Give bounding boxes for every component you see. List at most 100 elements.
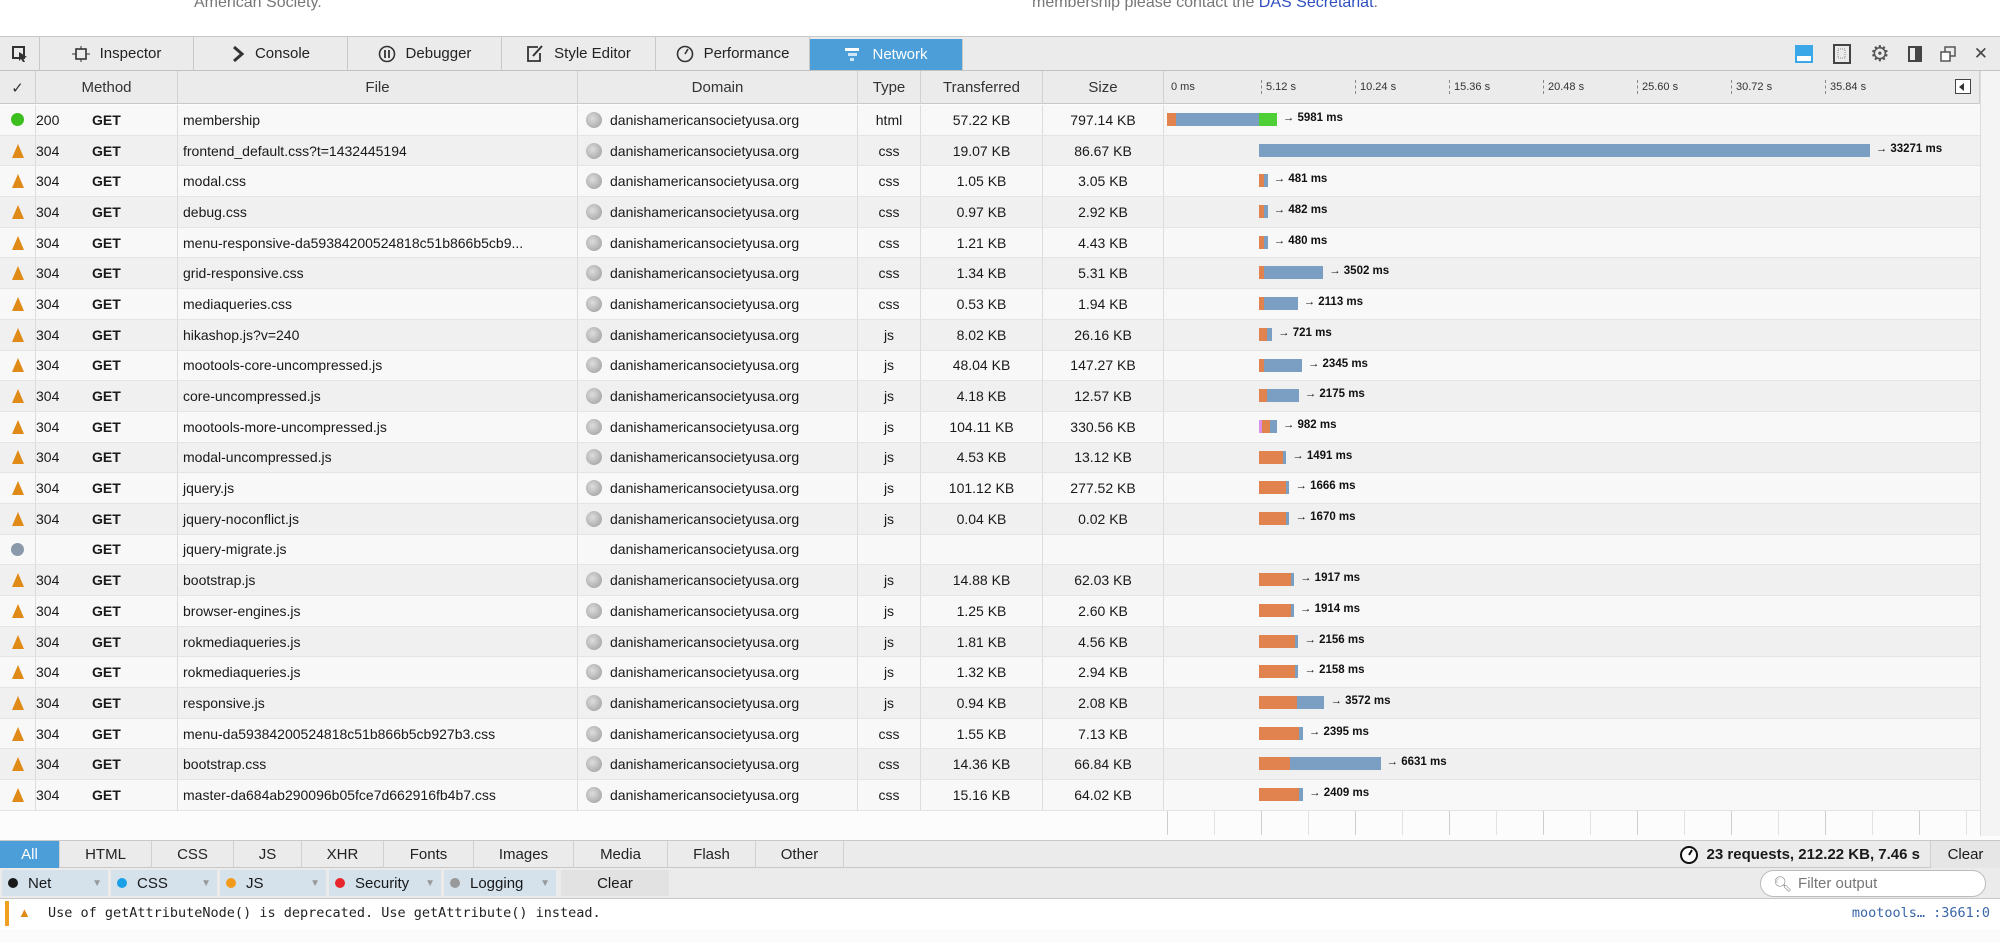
filter-tab-media[interactable]: Media (574, 841, 668, 868)
status-code: 304 (36, 295, 60, 312)
domain-cell: danishamericansocietyusa.org (578, 473, 858, 503)
domain: danishamericansocietyusa.org (610, 480, 800, 497)
request-row[interactable]: 304 GET core-uncompressed.js danishamerican… (0, 381, 1980, 412)
console-filter-net[interactable]: Net ▼ (2, 870, 108, 896)
type-cell: css (858, 780, 921, 810)
request-row[interactable]: 304 GET browser-engines.js danishamericanso… (0, 596, 1980, 627)
waterfall-column-header[interactable]: 0 ms 5.12 s 10.24 s 15.36 s 20.48 s 25.60 s 30… (1164, 71, 1980, 104)
method: GET (92, 111, 121, 128)
file-cell: rokmediaqueries.js (178, 657, 578, 688)
close-icon[interactable]: ✕ (1974, 44, 1988, 64)
filter-tab-all[interactable]: All (0, 841, 60, 868)
filter-output-input[interactable]: 🔍︎ Filter output (1760, 870, 1986, 897)
tab-inspector[interactable]: Inspector (40, 37, 194, 70)
request-row[interactable]: 304 GET frontend_default.css?t=1432445194 d… (0, 135, 1980, 167)
tab-console[interactable]: Console (194, 37, 348, 70)
transferred-column-header[interactable]: Transferred (921, 71, 1043, 104)
filter-tab-css[interactable]: CSS (152, 841, 234, 868)
timing-blocked-segment (1261, 419, 1270, 433)
request-row[interactable]: 200 GET membership danishamericansocietyusa… (0, 105, 1980, 136)
filter-tab-js[interactable]: JS (234, 841, 302, 868)
filter-tab-flash[interactable]: Flash (668, 841, 756, 868)
type-column-header[interactable]: Type (858, 71, 921, 104)
request-row[interactable]: 304 GET debug.css danishamericansocietyusa.… (0, 197, 1980, 228)
console-clear-button[interactable]: Clear (561, 870, 669, 896)
request-row[interactable]: 304 GET jquery.js danishamericansocietyusa.… (0, 473, 1980, 504)
dock-side-icon[interactable] (1907, 45, 1922, 62)
timing-bar (1167, 113, 1277, 126)
request-row[interactable]: 304 GET menu-da59384200524818c51b866b5cb92… (0, 718, 1980, 750)
request-row[interactable]: 304 GET bootstrap.css danishamericansociety… (0, 749, 1980, 781)
console-filter-css[interactable]: CSS ▼ (111, 870, 217, 896)
tab-performance[interactable]: Performance (656, 37, 810, 70)
request-row[interactable]: 304 GET rokmediaqueries.js danishamericanso… (0, 657, 1980, 689)
timing-bar (1258, 573, 1294, 587)
timing-waiting-segment (1267, 327, 1273, 341)
method: GET (92, 203, 121, 220)
request-row[interactable]: 304 GET mootools-more-uncompressed.js danis… (0, 411, 1980, 443)
settings-gear-icon[interactable]: ⚙ (1870, 41, 1890, 67)
console-filter-logging[interactable]: Logging ▼ (444, 870, 556, 896)
page-text-left: American Society. (194, 0, 322, 11)
filter-tab-other[interactable]: Other (756, 841, 844, 868)
request-row[interactable]: 304 GET bootstrap.js danishamericansocietyu… (0, 565, 1980, 596)
method: GET (92, 633, 121, 650)
tab-debugger[interactable]: Debugger (348, 37, 502, 70)
request-row[interactable]: 304 GET modal-uncompressed.js danishamerica… (0, 442, 1980, 474)
das-secretariat-link[interactable]: DAS Secretariat (1259, 0, 1374, 11)
split-console-icon[interactable] (1794, 44, 1814, 64)
filter-tab-images[interactable]: Images (474, 841, 574, 868)
request-row[interactable]: 304 GET mediaqueries.css danishamericansoci… (0, 289, 1980, 320)
network-summary[interactable]: 23 requests, 212.22 KB, 7.46 s (1679, 841, 1920, 868)
page-content-strip: American Society. membership please cont… (0, 0, 2000, 37)
message-source-link[interactable]: mootools… :3661:0 (1852, 905, 1990, 921)
request-row[interactable]: 304 GET responsive.js danishamericansociety… (0, 688, 1980, 719)
waterfall-cell: → 1666 ms (1164, 473, 1980, 503)
element-picker-button[interactable] (0, 37, 40, 70)
size-cell: 62.03 KB (1043, 565, 1164, 595)
request-row[interactable]: 304 GET rokmediaqueries.js danishamericanso… (0, 626, 1980, 658)
file-column-header[interactable]: File (178, 71, 578, 104)
transferred-cell: 1.21 KB (921, 227, 1043, 258)
timing-waiting-segment (1176, 113, 1259, 126)
request-row[interactable]: 304 GET jquery-noconflict.js danishamerican… (0, 503, 1980, 535)
request-row[interactable]: GET jquery-migrate.js danishamericansociet… (0, 534, 1980, 566)
tab-network[interactable]: Network (810, 39, 963, 70)
timing-receiving-segment (1258, 113, 1277, 126)
globe-icon (586, 326, 602, 343)
status-not-modified-icon (11, 174, 24, 189)
method-column-header[interactable]: Method (36, 71, 178, 104)
globe-icon (586, 142, 602, 159)
console-filter-js[interactable]: JS ▼ (220, 870, 326, 896)
domain-column-header[interactable]: Domain (578, 71, 858, 104)
tab-label: Performance (703, 45, 790, 62)
picker-icon (11, 45, 27, 62)
filter-tab-html[interactable]: HTML (60, 841, 152, 868)
timing-blocked-segment (1258, 573, 1291, 587)
status-column-header[interactable]: ✓ (0, 71, 36, 104)
request-row[interactable]: 304 GET mootools-core-uncompressed.js danis… (0, 350, 1980, 382)
file-cell: master-da684ab290096b05fce7d662916fb4b7.… (178, 780, 578, 810)
console-filter-security[interactable]: Security ▼ (329, 870, 441, 896)
request-list-scrollbar[interactable] (1980, 71, 2000, 836)
filter-tab-fonts[interactable]: Fonts (384, 841, 474, 868)
undock-window-icon[interactable] (1940, 45, 1956, 62)
request-row[interactable]: 304 GET grid-responsive.css danishamericans… (0, 258, 1980, 290)
method: GET (92, 357, 121, 374)
waterfall-cell: → 2113 ms (1164, 289, 1980, 319)
request-row[interactable]: 304 GET menu-responsive-da59384200524818c5… (0, 227, 1980, 259)
size-column-header[interactable]: Size (1043, 71, 1164, 104)
method-cell: 304 GET (36, 749, 178, 780)
request-row[interactable]: 304 GET modal.css danishamericansocietyusa.… (0, 166, 1980, 198)
collapse-details-icon[interactable] (1955, 79, 1971, 94)
timing-duration-label: → 33271 ms (1875, 142, 1943, 155)
filter-tab-xhr[interactable]: XHR (302, 841, 384, 868)
responsive-mode-icon[interactable] (1832, 43, 1852, 64)
js-dot-icon (226, 878, 236, 888)
globe-icon (586, 602, 602, 619)
status-indicator-cell (0, 350, 36, 381)
network-clear-button[interactable]: Clear (1930, 841, 2000, 868)
tab-style-editor[interactable]: Style Editor (502, 37, 656, 70)
request-row[interactable]: 304 GET master-da684ab290096b05fce7d662916… (0, 780, 1980, 811)
request-row[interactable]: 304 GET hikashop.js?v=240 danishamericansoc… (0, 319, 1980, 351)
